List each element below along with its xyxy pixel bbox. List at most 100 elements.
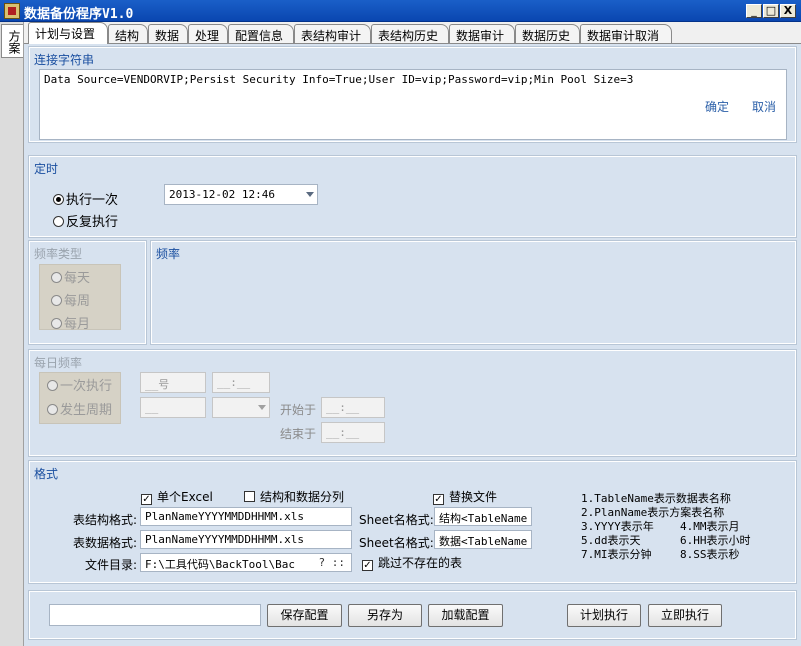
radio-empty-icon — [51, 295, 62, 306]
start-time-field[interactable]: __:__ — [321, 397, 385, 418]
tab-struct-audit[interactable]: 表结构审计 — [294, 24, 371, 43]
bottom-bar: 保存配置 另存为 加载配置 计划执行 立即执行 — [28, 590, 797, 640]
repeat-label: 反复执行 — [66, 215, 119, 230]
freq-type-group: 频率类型 每天 每周 每月 — [28, 240, 147, 345]
freq-group: 频率 — [150, 240, 797, 345]
side-tab-strip: 方案 — [0, 22, 24, 646]
repeat-radio[interactable]: 反复执行 — [53, 211, 118, 230]
datetime-value: 2013-12-02 12:46 — [169, 188, 275, 201]
freq-legend: 频率 — [156, 247, 181, 261]
tab-strip: 计划与设置 结构 数据 处理 配置信息 表结构审计 表结构历史 数据审计 数据历… — [24, 22, 801, 44]
tab-content: 连接字符串 Data Source=VENDORVIP;Persist Secu… — [24, 43, 801, 646]
run-now-button[interactable]: 立即执行 — [648, 604, 722, 627]
save-config-button[interactable]: 保存配置 — [267, 604, 342, 627]
dropdown-arrow-icon — [258, 405, 266, 410]
monthly-radio[interactable]: 每月 — [51, 313, 90, 332]
freq-type-legend: 频率类型 — [34, 247, 83, 261]
format-hint: 8.SS表示秒 — [680, 548, 740, 561]
save-as-button[interactable]: 另存为 — [348, 604, 422, 627]
confirm-link[interactable]: 确定 — [705, 98, 729, 115]
radio-empty-icon — [53, 216, 64, 227]
checkbox-empty-icon — [244, 491, 255, 502]
connection-string-text: Data Source=VENDORVIP;Persist Security I… — [44, 73, 634, 86]
tab-data[interactable]: 数据 — [148, 24, 188, 43]
run-once-radio[interactable]: 执行一次 — [53, 189, 118, 208]
daily-freq-group: 每日频率 一次执行 发生周期 __号 __:__ __ 开始于 __:__ 结束… — [28, 349, 797, 457]
split-label: 结构和数据分列 — [260, 490, 345, 504]
app-icon — [4, 3, 20, 19]
skip-missing-label: 跳过不存在的表 — [378, 556, 463, 570]
tab-data-audit[interactable]: 数据审计 — [449, 24, 515, 43]
datetime-picker[interactable]: 2013-12-02 12:46 — [164, 184, 318, 205]
timer-group: 定时 执行一次 反复执行 2013-12-02 12:46 — [28, 155, 797, 238]
split-checkbox[interactable]: 结构和数据分列 — [244, 488, 344, 505]
window-title: 数据备份程序V1.0 — [24, 7, 134, 22]
daily-label: 每天 — [64, 271, 91, 286]
start-at-label: 开始于 — [280, 403, 317, 417]
radio-selected-icon — [53, 194, 64, 205]
maximize-button[interactable]: □ — [763, 4, 779, 18]
weekly-radio[interactable]: 每周 — [51, 290, 90, 309]
side-tab-plan[interactable]: 方案 — [1, 24, 23, 58]
single-excel-checkbox[interactable]: ✓ 单个Excel — [141, 488, 213, 505]
tab-data-audit-cancel[interactable]: 数据审计取消 — [580, 24, 672, 43]
sheet1-format-input[interactable]: 结构<TableName — [434, 507, 532, 526]
tab-process[interactable]: 处理 — [188, 24, 228, 43]
format-hint: 7.MI表示分钟 — [581, 548, 652, 561]
sheet2-format-label: Sheet名格式: — [359, 536, 434, 550]
tab-structure[interactable]: 结构 — [108, 24, 148, 43]
day-number-field[interactable]: __号 — [140, 372, 206, 393]
single-excel-label: 单个Excel — [157, 490, 213, 504]
checkmark-icon: ✓ — [433, 494, 444, 505]
skip-missing-checkbox[interactable]: ✓ 跳过不存在的表 — [362, 554, 462, 571]
end-time-field[interactable]: __:__ — [321, 422, 385, 443]
timer-legend: 定时 — [34, 162, 59, 176]
file-dir-value: F:\工具代码\BackTool\Bac — [145, 558, 295, 571]
periodic-radio[interactable]: 发生周期 — [47, 399, 112, 418]
radio-empty-icon — [51, 272, 62, 283]
dropdown-arrow-icon — [306, 192, 314, 197]
data-format-input[interactable]: PlanNameYYYYMMDDHHMM.xls — [140, 530, 352, 549]
data-format-label: 表数据格式: — [73, 536, 138, 550]
config-name-input[interactable] — [49, 604, 261, 626]
replace-file-label: 替换文件 — [449, 490, 498, 504]
checkmark-icon: ✓ — [362, 560, 373, 571]
connection-string-input[interactable]: Data Source=VENDORVIP;Persist Security I… — [39, 69, 787, 140]
daily-radio[interactable]: 每天 — [51, 267, 90, 286]
minimize-button[interactable]: _ — [746, 4, 762, 18]
monthly-label: 每月 — [64, 317, 91, 332]
struct-format-input[interactable]: PlanNameYYYYMMDDHHMM.xls — [140, 507, 352, 526]
format-group: 格式 ✓ 单个Excel 结构和数据分列 ✓ 替换文件 表结构格式: PlanNam… — [28, 460, 797, 584]
checkmark-icon: ✓ — [141, 494, 152, 505]
format-legend: 格式 — [34, 467, 59, 481]
replace-file-checkbox[interactable]: ✓ 替换文件 — [433, 488, 497, 505]
connection-group: 连接字符串 Data Source=VENDORVIP;Persist Secu… — [28, 46, 797, 143]
sheet2-format-input[interactable]: 数据<TableName — [434, 530, 532, 549]
tab-plan-settings[interactable]: 计划与设置 — [28, 22, 108, 44]
interval-field[interactable]: __ — [140, 397, 206, 418]
end-at-label: 结束于 — [280, 427, 317, 441]
tab-data-history[interactable]: 数据历史 — [515, 24, 580, 43]
sheet1-format-label: Sheet名格式: — [359, 513, 434, 527]
radio-empty-icon — [47, 404, 58, 415]
struct-format-label: 表结构格式: — [73, 513, 138, 527]
once-per-day-radio[interactable]: 一次执行 — [47, 375, 112, 394]
once-time-field[interactable]: __:__ — [212, 372, 270, 393]
browse-dir-button[interactable]: ? :: — [319, 556, 346, 569]
run-once-label: 执行一次 — [66, 193, 119, 208]
interval-unit-select[interactable] — [212, 397, 270, 418]
load-config-button[interactable]: 加载配置 — [428, 604, 503, 627]
tab-config-info[interactable]: 配置信息 — [228, 24, 294, 43]
cancel-link[interactable]: 取消 — [752, 98, 776, 115]
weekly-label: 每周 — [64, 294, 91, 309]
file-dir-input[interactable]: F:\工具代码\BackTool\Bac ? :: — [140, 553, 352, 572]
tab-struct-history[interactable]: 表结构历史 — [371, 24, 449, 43]
radio-empty-icon — [51, 318, 62, 329]
once-per-day-label: 一次执行 — [60, 379, 113, 394]
periodic-label: 发生周期 — [60, 403, 113, 418]
plan-run-button[interactable]: 计划执行 — [567, 604, 641, 627]
daily-freq-legend: 每日频率 — [34, 356, 83, 370]
file-dir-label: 文件目录: — [85, 558, 138, 572]
close-button[interactable]: X — [780, 4, 796, 18]
connection-legend: 连接字符串 — [34, 53, 95, 67]
